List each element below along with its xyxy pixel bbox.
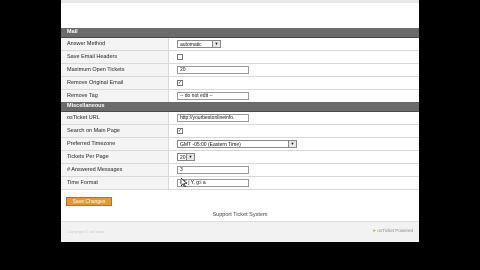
brand-logo: ➤ osTicket Powered xyxy=(372,228,413,234)
answer-method-value: automatic xyxy=(180,42,202,48)
brand-text: osTicket Powered xyxy=(377,228,413,233)
label-tickets-per-page: Tickets Per Page xyxy=(61,151,169,163)
section-header-mail: Mail xyxy=(61,28,419,38)
row-tickets-per-page: Tickets Per Page 20 ▼ xyxy=(61,151,419,164)
timezone-value: GMT -05:00 (Eastern Time) xyxy=(180,142,241,148)
search-main-page-checkbox[interactable]: ✓ xyxy=(177,128,183,134)
chevron-down-icon: ▼ xyxy=(288,141,296,147)
footer-bar: Copyright © osTicket ➤ osTicket Powered xyxy=(61,221,419,242)
tickets-per-page-value: 20 xyxy=(180,155,186,161)
label-max-open-tickets: Maximum Open Tickets xyxy=(61,64,169,76)
label-answered-messages: # Answered Messages xyxy=(61,164,169,176)
label-answer-method: Answer Method xyxy=(61,38,169,50)
row-preferred-timezone: Preferred Timezone GMT -05:00 (Eastern T… xyxy=(61,138,419,151)
chevron-down-icon: ▼ xyxy=(186,154,194,160)
row-answer-method: Answer Method automatic ▼ xyxy=(61,38,419,51)
footer-title: Support Ticket System xyxy=(212,212,268,218)
row-answered-messages: # Answered Messages 3 xyxy=(61,164,419,177)
timezone-select[interactable]: GMT -05:00 (Eastern Time) ▼ xyxy=(177,140,297,148)
save-changes-button[interactable]: Save Changes xyxy=(66,197,112,206)
row-time-format: Time Format l, F j Y, g:i a xyxy=(61,177,419,190)
row-remove-original-email: Remove Original Email ✓ xyxy=(61,77,419,90)
label-search-main-page: Search on Main Page xyxy=(61,125,169,137)
mouse-cursor-icon xyxy=(181,178,187,187)
label-remove-tag: Remove Tag xyxy=(61,90,169,102)
row-search-main-page: Search on Main Page ✓ xyxy=(61,125,419,138)
answered-messages-input[interactable]: 3 xyxy=(177,166,249,174)
time-format-input[interactable]: l, F j Y, g:i a xyxy=(177,179,249,187)
label-save-email-headers: Save Email Headers xyxy=(61,51,169,63)
row-osticket-url: osTicket URL http://yourbestonlineinfo. xyxy=(61,112,419,125)
max-open-tickets-input[interactable]: 20 xyxy=(177,66,249,74)
save-email-headers-checkbox[interactable] xyxy=(177,54,183,60)
copyright-text: Copyright © osTicket xyxy=(67,229,105,234)
misc-section: Miscellaneous osTicket URL http://yourbe… xyxy=(61,102,419,190)
label-time-format: Time Format xyxy=(61,177,169,189)
section-header-misc: Miscellaneous xyxy=(61,102,419,112)
row-save-email-headers: Save Email Headers xyxy=(61,51,419,64)
label-osticket-url: osTicket URL xyxy=(61,112,169,124)
remove-original-email-checkbox[interactable]: ✓ xyxy=(177,80,183,86)
logo-icon: ➤ xyxy=(372,228,377,233)
row-max-open-tickets: Maximum Open Tickets 20 xyxy=(61,64,419,77)
tickets-per-page-select[interactable]: 20 ▼ xyxy=(177,153,195,161)
label-remove-original-email: Remove Original Email xyxy=(61,77,169,89)
label-preferred-timezone: Preferred Timezone xyxy=(61,138,169,150)
browser-screen: Mail Answer Method automatic ▼ Save Emai… xyxy=(61,0,419,242)
chevron-down-icon: ▼ xyxy=(212,41,220,47)
top-strip xyxy=(61,0,419,3)
remove-tag-input[interactable]: -- do not edit -- xyxy=(177,92,249,100)
osticket-url-input[interactable]: http://yourbestonlineinfo. xyxy=(177,114,249,122)
answer-method-select[interactable]: automatic ▼ xyxy=(177,40,221,48)
